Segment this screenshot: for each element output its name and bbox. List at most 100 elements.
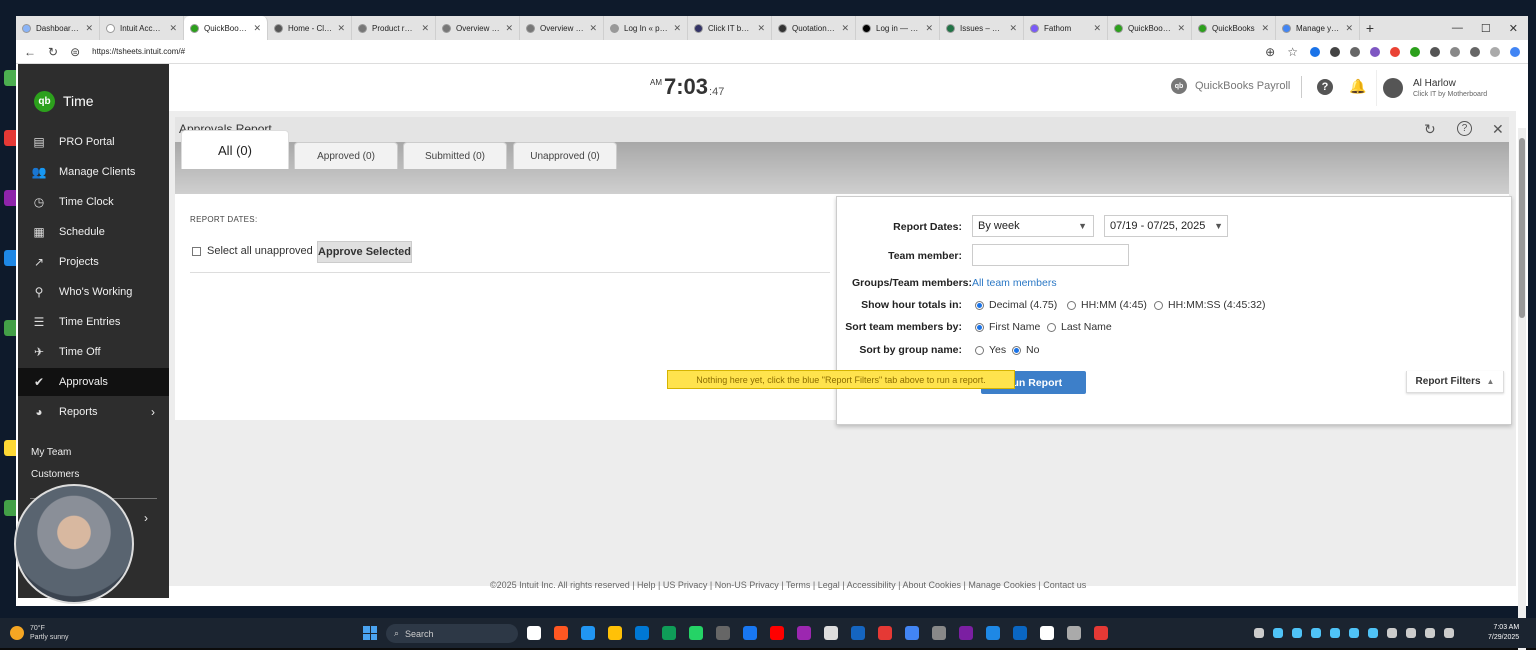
refresh-icon[interactable]: ↻ — [1424, 121, 1436, 138]
browser-tab[interactable]: Intuit Account ✕ — [100, 16, 184, 40]
date-range-select[interactable]: 07/19 - 07/25, 2025 ▼ — [1104, 215, 1228, 237]
windows-start-icon[interactable] — [363, 626, 377, 640]
browser-tab[interactable]: QuickBooks Ti ✕ — [184, 16, 268, 40]
browser-tab[interactable]: Log in — Kicks ✕ — [856, 16, 940, 40]
browser-tab[interactable]: Log In « putto ✕ — [604, 16, 688, 40]
tray-icon[interactable] — [1273, 628, 1283, 638]
menu-dots-icon[interactable] — [1490, 46, 1500, 57]
extension-icon[interactable] — [1310, 46, 1320, 57]
taskbar-app-icon[interactable] — [878, 626, 892, 640]
hour-decimal-radio[interactable]: Decimal (4.75) — [975, 299, 1057, 311]
taskbar-app-icon[interactable] — [527, 626, 541, 640]
browser-tab[interactable]: Issues – Traini ✕ — [940, 16, 1024, 40]
page-scrollbar[interactable] — [1518, 128, 1526, 650]
taskbar-search[interactable]: ⌕ Search — [386, 624, 518, 643]
site-info-icon[interactable]: ⊜ — [70, 45, 80, 59]
tab-unapproved[interactable]: Unapproved (0) — [513, 142, 617, 169]
browser-tab[interactable]: Overview | Ad ✕ — [520, 16, 604, 40]
browser-tab[interactable]: QuickBooks ✕ — [1192, 16, 1276, 40]
tray-icon[interactable] — [1292, 628, 1302, 638]
sort-first-name-radio[interactable]: First Name — [975, 321, 1040, 333]
sidebar-item-manage-clients[interactable]: 👥 Manage Clients — [18, 158, 169, 186]
group-sort-no-radio[interactable]: No — [1012, 344, 1039, 356]
back-icon[interactable]: ← — [24, 45, 36, 59]
tray-icon[interactable] — [1368, 628, 1378, 638]
browser-tab[interactable]: QuickBooks Pa ✕ — [1108, 16, 1192, 40]
team-member-input[interactable] — [972, 244, 1129, 266]
zoom-icon[interactable]: ⊕ — [1265, 45, 1275, 59]
close-tab-icon[interactable]: ✕ — [1177, 23, 1185, 34]
taskbar-app-icon[interactable] — [635, 626, 649, 640]
close-tab-icon[interactable]: ✕ — [1009, 23, 1017, 34]
browser-tab[interactable]: Manage your ✕ — [1276, 16, 1360, 40]
sidebar-item-pro-portal[interactable]: ▤ PRO Portal — [18, 128, 169, 156]
profile-avatar-icon[interactable] — [1470, 46, 1480, 57]
approve-selected-button[interactable]: Approve Selected — [317, 241, 412, 263]
new-tab-icon[interactable]: + — [1360, 20, 1380, 36]
group-sort-yes-radio[interactable]: Yes — [975, 344, 1006, 356]
system-clock[interactable]: 7:03 AM 7/29/2025 — [1488, 623, 1519, 643]
extension-icon[interactable] — [1390, 46, 1400, 57]
help-icon[interactable]: ? — [1317, 79, 1333, 95]
taskbar-app-icon[interactable] — [797, 626, 811, 640]
taskbar-app-icon[interactable] — [986, 626, 1000, 640]
sidebar-item-reports[interactable]: ◕ Reports › — [18, 398, 169, 426]
scrollbar-thumb[interactable] — [1519, 138, 1525, 318]
weather-widget[interactable]: 70°F Partly sunny — [10, 624, 69, 642]
tab-all[interactable]: All (0) — [181, 130, 289, 169]
sidebar-item-projects[interactable]: ↗ Projects — [18, 248, 169, 276]
sidebar-item-time-clock[interactable]: ◷ Time Clock — [18, 188, 169, 216]
close-tab-icon[interactable]: ✕ — [1093, 23, 1101, 34]
report-filters-tab[interactable]: Report Filters ▲ — [1406, 371, 1504, 393]
close-icon[interactable]: ✕ — [1492, 121, 1504, 138]
taskbar-app-icon[interactable] — [905, 626, 919, 640]
extension-icon[interactable] — [1330, 46, 1340, 57]
select-all-checkbox[interactable] — [192, 246, 201, 256]
copilot-icon[interactable] — [1510, 46, 1520, 57]
bell-icon[interactable]: 🔔 — [1349, 78, 1366, 95]
taskbar-app-icon[interactable] — [554, 626, 568, 640]
close-tab-icon[interactable]: ✕ — [1345, 23, 1353, 34]
sidebar-item-time-off[interactable]: ✈ Time Off — [18, 338, 169, 366]
extension-icon[interactable] — [1410, 46, 1420, 57]
taskbar-app-icon[interactable] — [770, 626, 784, 640]
taskbar-app-icon[interactable] — [689, 626, 703, 640]
browser-tab[interactable]: Dashboard – C ✕ — [16, 16, 100, 40]
browser-tab[interactable]: Home - Click I ✕ — [268, 16, 352, 40]
close-tab-icon[interactable]: ✕ — [169, 23, 177, 34]
tab-submitted[interactable]: Submitted (0) — [403, 142, 507, 169]
reload-icon[interactable]: ↻ — [48, 45, 58, 59]
browser-tab[interactable]: Fathom ✕ — [1024, 16, 1108, 40]
sidebar-item-time-entries[interactable]: ☰ Time Entries — [18, 308, 169, 336]
taskbar-app-icon[interactable] — [1040, 626, 1054, 640]
taskbar-app-icon[interactable] — [932, 626, 946, 640]
taskbar-app-icon[interactable] — [581, 626, 595, 640]
extension-icon[interactable] — [1370, 46, 1380, 57]
sort-last-name-radio[interactable]: Last Name — [1047, 321, 1112, 333]
hour-hhmmss-radio[interactable]: HH:MM:SS (4:45:32) — [1154, 299, 1265, 311]
taskbar-app-icon[interactable] — [743, 626, 757, 640]
taskbar-app-icon[interactable] — [1094, 626, 1108, 640]
app-logo[interactable]: qb Time — [18, 64, 169, 120]
all-team-members-link[interactable]: All team members — [972, 277, 1057, 289]
sidebar-item-approvals[interactable]: ✔ Approvals — [18, 368, 169, 396]
taskbar-app-icon[interactable] — [959, 626, 973, 640]
extension-icon[interactable] — [1350, 46, 1360, 57]
maximize-icon[interactable]: ☐ — [1481, 22, 1491, 35]
sidebar-link-my-team[interactable]: My Team — [31, 447, 71, 458]
period-select[interactable]: By week ▼ — [972, 215, 1094, 237]
browser-tab[interactable]: Product reque ✕ — [352, 16, 436, 40]
tray-icon[interactable] — [1406, 628, 1416, 638]
extension-icon[interactable] — [1450, 46, 1460, 57]
sidebar-link-customers[interactable]: Customers — [31, 469, 79, 480]
browser-tab[interactable]: Quotation – W ✕ — [772, 16, 856, 40]
taskbar-app-icon[interactable] — [608, 626, 622, 640]
close-tab-icon[interactable]: ✕ — [589, 23, 597, 34]
sidebar-item-who-s-working[interactable]: ⚲ Who's Working — [18, 278, 169, 306]
quickbooks-payroll-link[interactable]: qb QuickBooks Payroll — [1171, 78, 1290, 94]
tray-icon[interactable] — [1444, 628, 1454, 638]
minimize-icon[interactable]: — — [1452, 22, 1463, 35]
taskbar-app-icon[interactable] — [851, 626, 865, 640]
user-menu[interactable]: Al Harlow Click IT by Motherboard — [1376, 70, 1516, 106]
tray-icon[interactable] — [1311, 628, 1321, 638]
